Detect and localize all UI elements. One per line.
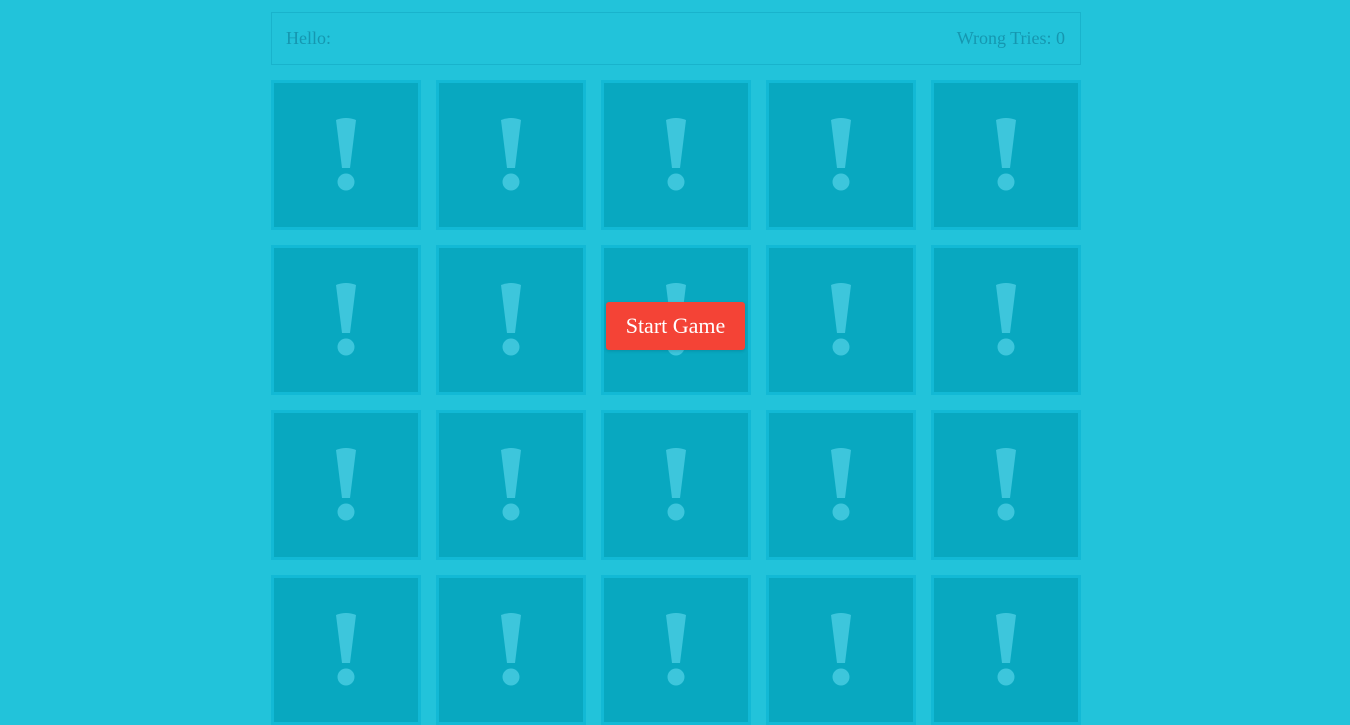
greeting-label: Hello: <box>286 28 331 48</box>
exclamation-icon <box>996 118 1016 191</box>
memory-card[interactable] <box>601 80 751 230</box>
start-game-button[interactable]: Start Game <box>606 302 745 350</box>
exclamation-icon <box>336 118 356 191</box>
memory-card[interactable] <box>601 410 751 560</box>
memory-card[interactable] <box>271 410 421 560</box>
exclamation-icon <box>831 448 851 521</box>
memory-card[interactable] <box>766 245 916 395</box>
exclamation-icon <box>501 448 521 521</box>
exclamation-icon <box>336 448 356 521</box>
exclamation-icon <box>831 613 851 686</box>
memory-card[interactable] <box>436 80 586 230</box>
memory-card[interactable] <box>931 575 1081 725</box>
exclamation-icon <box>336 613 356 686</box>
exclamation-icon <box>996 448 1016 521</box>
exclamation-icon <box>666 118 686 191</box>
wrong-tries-counter: Wrong Tries: 0 <box>956 28 1065 48</box>
memory-card[interactable] <box>271 575 421 725</box>
exclamation-icon <box>666 448 686 521</box>
memory-card[interactable] <box>931 410 1081 560</box>
exclamation-icon <box>501 283 521 356</box>
exclamation-icon <box>831 283 851 356</box>
exclamation-icon <box>996 283 1016 356</box>
memory-card[interactable] <box>436 575 586 725</box>
memory-card[interactable] <box>931 80 1081 230</box>
exclamation-icon <box>996 613 1016 686</box>
memory-card[interactable] <box>766 575 916 725</box>
exclamation-icon <box>831 118 851 191</box>
memory-card[interactable] <box>271 245 421 395</box>
exclamation-icon <box>501 118 521 191</box>
exclamation-icon <box>666 613 686 686</box>
memory-card[interactable] <box>436 245 586 395</box>
memory-card[interactable] <box>766 410 916 560</box>
memory-card[interactable] <box>436 410 586 560</box>
exclamation-icon <box>336 283 356 356</box>
game-header: Hello: Wrong Tries: 0 <box>271 12 1081 65</box>
memory-card[interactable] <box>601 575 751 725</box>
memory-card[interactable] <box>766 80 916 230</box>
memory-card[interactable] <box>271 80 421 230</box>
memory-card[interactable] <box>931 245 1081 395</box>
exclamation-icon <box>501 613 521 686</box>
